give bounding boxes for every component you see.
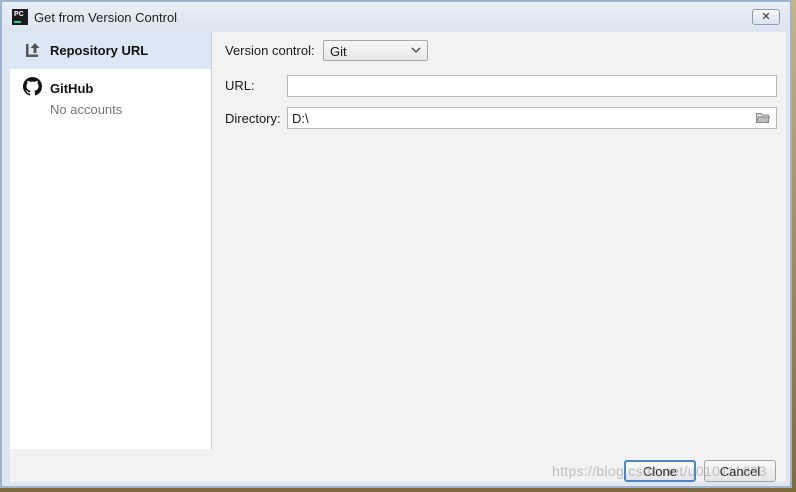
github-account-status: No accounts — [50, 102, 123, 117]
close-button[interactable]: ✕ — [752, 9, 780, 25]
version-control-dropdown[interactable]: Git — [323, 40, 428, 61]
dialog-content: Repository URL GitHub No accounts Versio… — [10, 32, 786, 482]
sidebar-item-label: Repository URL — [50, 43, 149, 58]
sidebar-item-repository-url[interactable]: Repository URL — [10, 32, 211, 69]
directory-input[interactable] — [292, 109, 732, 127]
repository-url-icon — [26, 43, 40, 57]
watermark-text: https://blog.csdn.net/u010111893 — [552, 463, 767, 479]
title-bar[interactable]: PC Get from Version Control ✕ — [2, 2, 790, 32]
version-control-value: Git — [330, 44, 347, 59]
directory-label: Directory: — [225, 111, 281, 126]
sidebar-item-github[interactable]: GitHub No accounts — [10, 69, 211, 121]
version-control-label: Version control: — [225, 43, 315, 58]
url-field[interactable] — [287, 75, 777, 97]
window-title: Get from Version Control — [34, 10, 178, 25]
sidebar-item-label: GitHub — [50, 81, 94, 96]
url-input[interactable] — [292, 77, 732, 95]
directory-field[interactable] — [287, 107, 777, 129]
url-label: URL: — [225, 78, 255, 93]
source-sidebar: Repository URL GitHub No accounts — [10, 32, 212, 449]
folder-browse-icon[interactable] — [756, 112, 770, 124]
chevron-down-icon — [411, 47, 421, 53]
pycharm-app-icon: PC — [12, 9, 28, 25]
github-icon — [23, 77, 42, 96]
dialog-window: PC Get from Version Control ✕ Repository… — [0, 0, 792, 488]
